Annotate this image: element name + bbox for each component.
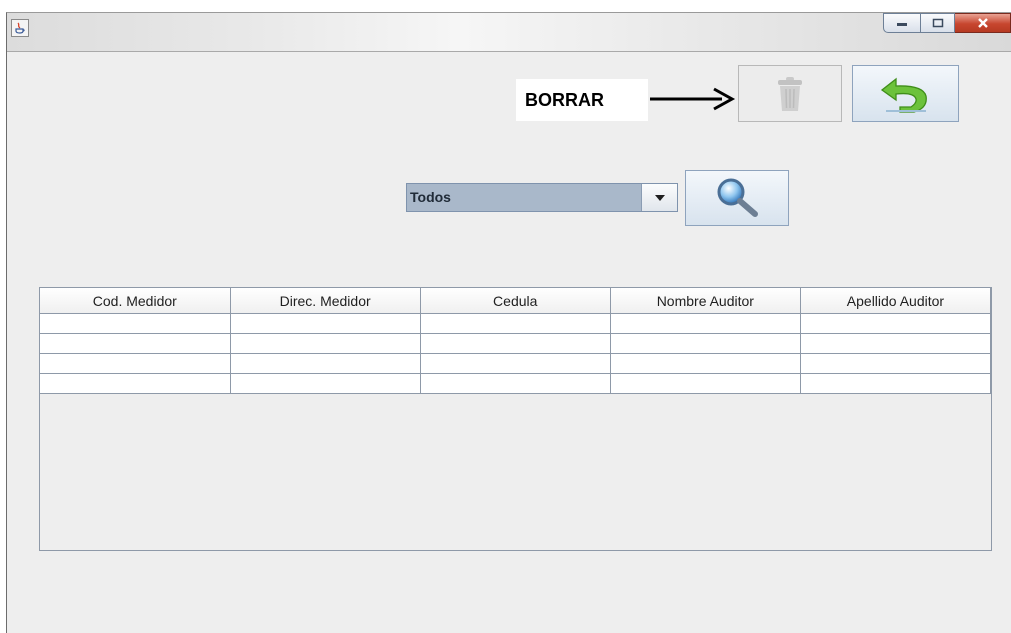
table-row[interactable] [40, 373, 992, 394]
table-cell[interactable] [800, 313, 992, 334]
column-header-cod-medidor[interactable]: Cod. Medidor [40, 288, 231, 314]
table-cell[interactable] [40, 353, 231, 374]
table-cell[interactable] [610, 333, 801, 354]
chevron-down-icon [654, 194, 665, 201]
table-cell[interactable] [610, 353, 801, 374]
column-header-cedula[interactable]: Cedula [420, 288, 611, 314]
table-row[interactable] [40, 353, 992, 374]
maximize-button[interactable] [921, 13, 955, 33]
minimize-button[interactable] [883, 13, 921, 33]
table-row[interactable] [40, 333, 992, 354]
magnifier-icon [717, 178, 758, 217]
delete-button[interactable] [738, 65, 842, 122]
table-cell[interactable] [610, 313, 801, 334]
column-header-direc-medidor[interactable]: Direc. Medidor [230, 288, 421, 314]
back-button[interactable] [852, 65, 959, 122]
table-cell[interactable] [420, 313, 611, 334]
title-bar[interactable] [7, 13, 1011, 52]
table-cell[interactable] [610, 373, 801, 394]
results-table[interactable]: Cod. Medidor Direc. Medidor Cedula Nombr… [39, 287, 992, 551]
table-cell[interactable] [800, 333, 992, 354]
table-cell[interactable] [230, 333, 421, 354]
column-header-nombre-auditor[interactable]: Nombre Auditor [610, 288, 801, 314]
table-cell[interactable] [40, 333, 231, 354]
table-cell[interactable] [420, 353, 611, 374]
table-cell[interactable] [800, 373, 992, 394]
table-row[interactable] [40, 313, 992, 334]
table-cell[interactable] [800, 353, 992, 374]
undo-arrow-icon [880, 77, 927, 113]
filter-selected-value[interactable]: Todos [407, 184, 641, 211]
close-icon [977, 18, 988, 28]
java-app-icon [11, 19, 29, 37]
search-button[interactable] [685, 170, 789, 226]
table-cell[interactable] [420, 373, 611, 394]
table-cell[interactable] [230, 313, 421, 334]
table-header-row: Cod. Medidor Direc. Medidor Cedula Nombr… [40, 288, 992, 314]
table-cell[interactable] [230, 373, 421, 394]
table-cell[interactable] [420, 333, 611, 354]
dropdown-button[interactable] [641, 184, 677, 211]
filter-combobox[interactable]: Todos [406, 183, 678, 212]
table-cell[interactable] [40, 313, 231, 334]
trash-icon [778, 76, 802, 111]
close-button[interactable] [955, 13, 1011, 33]
maximize-icon [932, 18, 943, 28]
table-cell[interactable] [40, 373, 231, 394]
table-cell[interactable] [230, 353, 421, 374]
minimize-icon [897, 23, 907, 26]
arrow-icon [650, 87, 736, 111]
borrar-annotation-label: BORRAR [516, 79, 648, 121]
column-header-apellido-auditor[interactable]: Apellido Auditor [800, 288, 992, 314]
